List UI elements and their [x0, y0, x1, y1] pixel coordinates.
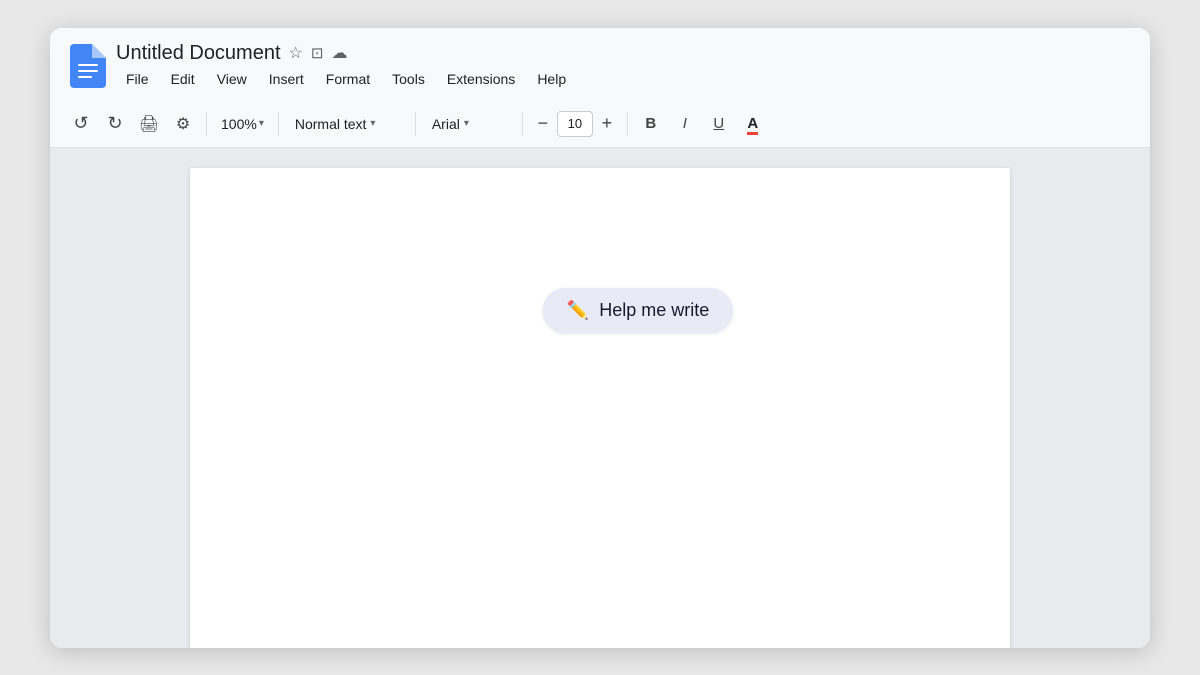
- toolbar-divider-4: [522, 112, 523, 136]
- undo-icon: ↺: [73, 113, 88, 134]
- font-size-area: − +: [531, 111, 619, 137]
- menu-extensions[interactable]: Extensions: [437, 67, 525, 91]
- underline-button[interactable]: U: [704, 109, 734, 139]
- toolbar-divider-5: [627, 112, 628, 136]
- doc-page[interactable]: ✏️ Help me write: [190, 168, 1010, 648]
- menu-view[interactable]: View: [207, 67, 257, 91]
- doc-title[interactable]: Untitled Document: [116, 42, 281, 65]
- redo-icon: ↻: [107, 113, 122, 134]
- zoom-selector[interactable]: 100% ▾: [215, 114, 270, 134]
- toolbar-divider-2: [278, 112, 279, 136]
- menu-file[interactable]: File: [116, 67, 159, 91]
- toolbar-divider-1: [206, 112, 207, 136]
- cloud-icon[interactable]: ☁: [331, 43, 347, 63]
- bold-button[interactable]: B: [636, 109, 666, 139]
- toolbar: ↺ ↻ 🖨 ⚙ 100% ▾ Normal text ▾ Arial ▾: [50, 101, 1150, 148]
- doc-title-row: Untitled Document ☆ ⊡ ☁: [116, 42, 576, 65]
- style-label: Normal text: [295, 116, 367, 132]
- bold-icon: B: [645, 115, 656, 132]
- folder-icon[interactable]: ⊡: [311, 44, 324, 62]
- font-color-icon: A: [747, 115, 758, 132]
- menu-insert[interactable]: Insert: [259, 67, 314, 91]
- font-size-decrease-button[interactable]: −: [531, 112, 555, 136]
- doc-title-area: Untitled Document ☆ ⊡ ☁ File Edit View I…: [116, 42, 576, 91]
- font-label: Arial: [432, 116, 460, 132]
- font-color-button[interactable]: A: [738, 109, 768, 139]
- menu-format[interactable]: Format: [316, 67, 380, 91]
- star-icon[interactable]: ☆: [289, 43, 303, 63]
- font-size-increase-icon: +: [602, 113, 613, 134]
- style-selector[interactable]: Normal text ▾: [287, 114, 407, 134]
- underline-icon: U: [713, 115, 724, 132]
- toolbar-divider-3: [415, 112, 416, 136]
- browser-window: Untitled Document ☆ ⊡ ☁ File Edit View I…: [50, 28, 1150, 648]
- italic-icon: I: [683, 115, 687, 132]
- paint-format-icon: ⚙: [176, 114, 190, 134]
- menu-bar: File Edit View Insert Format Tools Exten…: [116, 67, 576, 91]
- menu-help[interactable]: Help: [527, 67, 576, 91]
- pencil-icon: ✏️: [567, 300, 589, 321]
- undo-button[interactable]: ↺: [66, 109, 96, 139]
- doc-header: Untitled Document ☆ ⊡ ☁ File Edit View I…: [70, 42, 1130, 91]
- doc-icon: [70, 44, 106, 88]
- zoom-value: 100%: [221, 116, 257, 132]
- font-size-increase-button[interactable]: +: [595, 112, 619, 136]
- menu-tools[interactable]: Tools: [382, 67, 435, 91]
- title-bar: Untitled Document ☆ ⊡ ☁ File Edit View I…: [50, 28, 1150, 95]
- redo-button[interactable]: ↻: [100, 109, 130, 139]
- help-me-write-button[interactable]: ✏️ Help me write: [543, 288, 733, 333]
- font-size-decrease-icon: −: [538, 113, 549, 134]
- style-dropdown-arrow: ▾: [370, 118, 375, 129]
- print-icon: 🖨: [139, 114, 159, 134]
- paint-format-button[interactable]: ⚙: [168, 109, 198, 139]
- font-selector[interactable]: Arial ▾: [424, 114, 514, 134]
- print-button[interactable]: 🖨: [134, 109, 164, 139]
- doc-area: ✏️ Help me write: [50, 148, 1150, 648]
- italic-button[interactable]: I: [670, 109, 700, 139]
- font-size-input[interactable]: [557, 111, 593, 137]
- zoom-dropdown-arrow: ▾: [259, 118, 264, 129]
- menu-edit[interactable]: Edit: [161, 67, 205, 91]
- help-me-write-label: Help me write: [599, 300, 709, 321]
- font-dropdown-arrow: ▾: [464, 118, 469, 129]
